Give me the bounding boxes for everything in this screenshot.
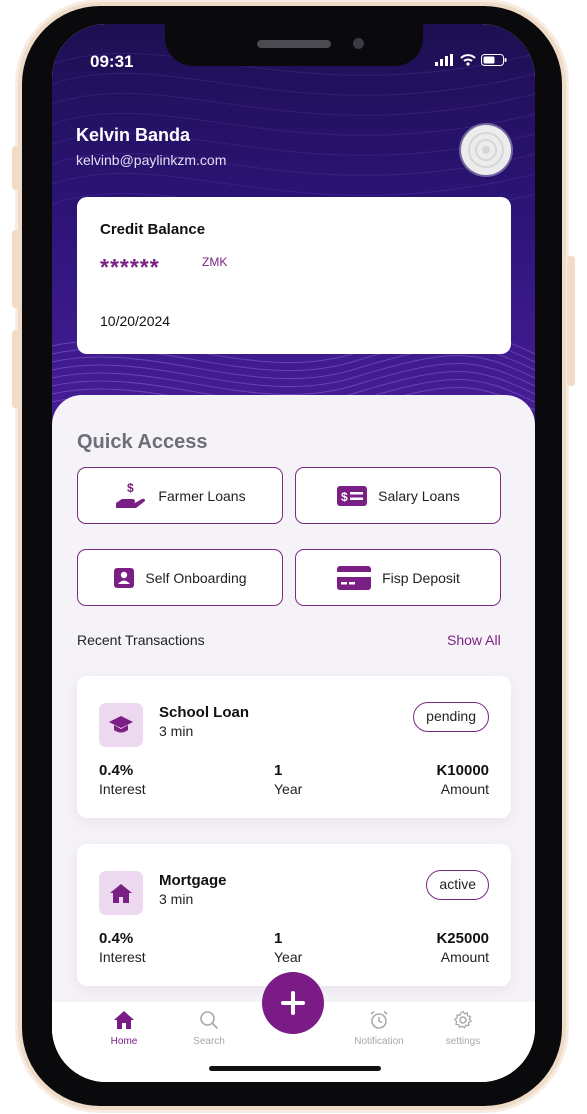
- fisp-deposit-label: Fisp Deposit: [382, 569, 460, 586]
- device-notch: [165, 24, 423, 66]
- user-badge-icon: [114, 567, 135, 588]
- transaction-title: School Loan: [159, 704, 249, 721]
- transaction-time: 3 min: [159, 723, 194, 739]
- salary-loans-label: Salary Loans: [378, 487, 460, 504]
- volume-down-button: [12, 330, 20, 408]
- signal-icon: [435, 54, 453, 66]
- search-icon: [200, 1011, 219, 1030]
- wifi-icon: [460, 54, 476, 66]
- farmer-loans-button[interactable]: $ Farmer Loans: [77, 467, 283, 524]
- gear-icon: [453, 1010, 473, 1029]
- app-screen: 09:31 Kelvin Banda kelvinb@paylinkzm.com…: [52, 24, 535, 1082]
- interest-value: 0.4%: [99, 762, 134, 779]
- term-value: 1: [274, 762, 283, 779]
- salary-loans-button[interactable]: $ Salary Loans: [295, 467, 501, 524]
- transaction-title: Mortgage: [159, 872, 227, 889]
- transaction-icon-box: [99, 703, 143, 747]
- fisp-deposit-button[interactable]: Fisp Deposit: [295, 549, 501, 606]
- farmer-loans-label: Farmer Loans: [158, 487, 246, 504]
- amount-label: Amount: [440, 949, 489, 965]
- credit-balance-title: Credit Balance: [100, 221, 206, 238]
- add-button[interactable]: [262, 972, 324, 1034]
- term-value: 1: [274, 930, 283, 947]
- credit-balance-date: 10/20/2024: [100, 313, 171, 329]
- term-label: Year: [274, 781, 303, 797]
- credit-card-icon: [337, 565, 372, 590]
- nav-item-settings[interactable]: settings: [428, 1010, 498, 1047]
- show-all-link[interactable]: Show All: [447, 632, 501, 648]
- home-indicator: [209, 1066, 381, 1071]
- transaction-time: 3 min: [159, 891, 194, 907]
- nav-item-notification[interactable]: Notification: [344, 1010, 414, 1047]
- home-icon: [114, 1011, 134, 1029]
- term-label: Year: [274, 949, 303, 965]
- plus-icon: [281, 991, 305, 1015]
- avatar[interactable]: [461, 125, 511, 175]
- dollar-bill-icon: $: [337, 485, 368, 506]
- credit-balance-amount[interactable]: ******: [100, 254, 160, 281]
- interest-label: Interest: [99, 781, 146, 797]
- credit-currency: ZMK: [202, 255, 228, 269]
- silent-switch: [12, 146, 20, 190]
- quick-access-title: Quick Access: [77, 431, 208, 453]
- nav-label-notification: Notification: [354, 1036, 404, 1047]
- status-icons: [435, 54, 507, 66]
- avatar-placeholder-icon: [468, 132, 504, 168]
- user-name: Kelvin Banda: [76, 125, 191, 145]
- nav-item-home[interactable]: Home: [89, 1010, 159, 1047]
- svg-text:$: $: [341, 490, 348, 504]
- status-time: 09:31: [90, 52, 134, 71]
- graduation-cap-icon: [109, 716, 133, 733]
- svg-text:$: $: [127, 481, 134, 495]
- power-button: [567, 256, 575, 386]
- amount-value: K25000: [436, 930, 489, 947]
- user-email: kelvinb@paylinkzm.com: [76, 152, 227, 168]
- battery-icon: [481, 54, 507, 66]
- credit-balance-card: Credit Balance ****** ZMK 10/20/2024: [77, 197, 511, 354]
- nav-label-settings: settings: [445, 1036, 481, 1047]
- transaction-card-mortgage[interactable]: Mortgage 3 min active 0.4% Interest 1 Ye…: [77, 844, 511, 986]
- self-onboarding-label: Self Onboarding: [145, 569, 247, 586]
- transaction-card-school-loan[interactable]: School Loan 3 min pending 0.4% Interest …: [77, 676, 511, 818]
- status-badge: pending: [413, 702, 489, 732]
- status-badge: active: [426, 870, 489, 900]
- transaction-icon-box: [99, 871, 143, 915]
- interest-value: 0.4%: [99, 930, 134, 947]
- volume-up-button: [12, 230, 20, 308]
- hand-dollar-icon: $: [116, 481, 146, 508]
- amount-label: Amount: [440, 781, 489, 797]
- nav-item-search[interactable]: Search: [174, 1010, 244, 1047]
- speaker-grille: [257, 40, 331, 48]
- recent-transactions-title: Recent Transactions: [77, 632, 205, 648]
- house-icon: [110, 884, 132, 903]
- alarm-clock-icon: [370, 1010, 388, 1029]
- interest-label: Interest: [99, 949, 146, 965]
- self-onboarding-button[interactable]: Self Onboarding: [77, 549, 283, 606]
- amount-value: K10000: [436, 762, 489, 779]
- nav-label-search: Search: [193, 1036, 225, 1047]
- front-camera: [353, 38, 364, 49]
- nav-label-home: Home: [110, 1036, 138, 1047]
